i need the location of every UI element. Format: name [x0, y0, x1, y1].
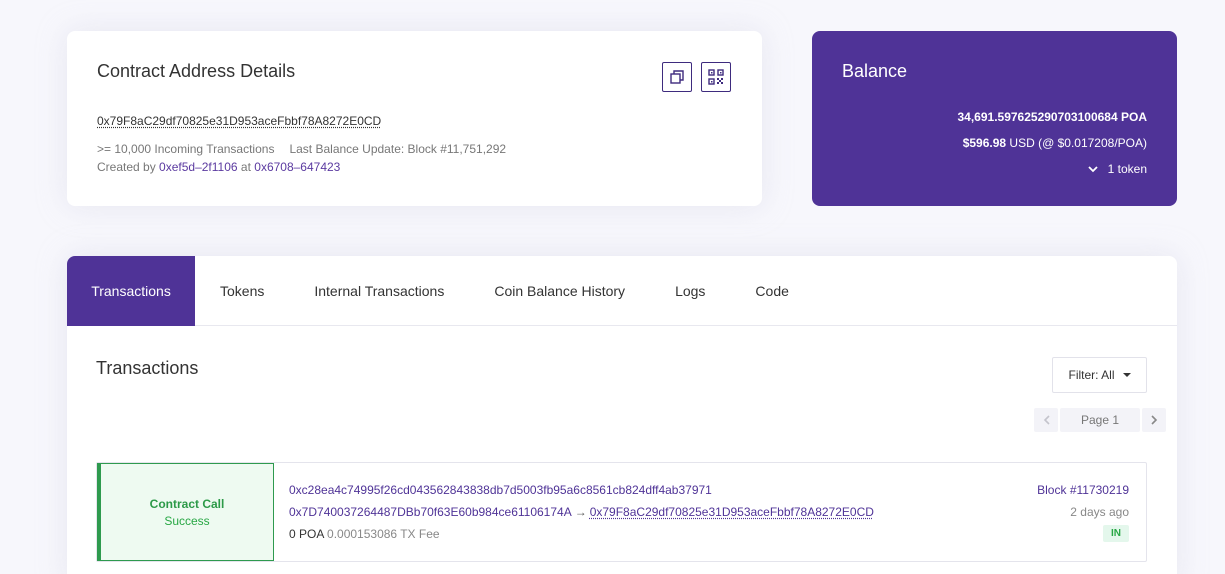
to-address-link[interactable]: 0x79F8aC29df70825e31D953aceFbbf78A8272E0… [590, 505, 874, 519]
transaction-fee: 0.000153086 TX Fee [327, 527, 440, 541]
balance-usd-value: $596.98 [962, 136, 1007, 150]
copy-icon [670, 70, 684, 84]
tab-transactions[interactable]: Transactions [67, 256, 195, 326]
creation-info: Created by 0xef5d–2f1106 at 0x6708–64742… [97, 160, 340, 174]
balance-poa: 34,691.597625290703100684 POA [957, 110, 1147, 124]
chevron-down-icon [1087, 165, 1098, 172]
chevron-right-icon [1150, 415, 1157, 425]
filter-dropdown[interactable]: Filter: All [1052, 357, 1147, 393]
qr-code-icon [708, 69, 724, 85]
qr-code-button[interactable] [701, 62, 731, 92]
token-count: 1 token [1107, 162, 1147, 176]
balance-usd-rate: USD (@ $0.017208/POA) [1009, 136, 1147, 150]
token-dropdown-toggle[interactable]: 1 token [1087, 162, 1147, 176]
incoming-transactions-count: >= 10,000 Incoming Transactions [97, 142, 275, 156]
transactions-title: Transactions [96, 358, 199, 378]
transaction-meta: Block #11730219 2 days ago IN [1037, 483, 1129, 542]
tab-bar: Transactions Tokens Internal Transaction… [67, 256, 1177, 326]
arrow-right-icon: → [574, 505, 587, 519]
chevron-left-icon [1043, 415, 1050, 425]
creator-address-link[interactable]: 0xef5d–2f1106 [159, 160, 238, 174]
creation-tx-link[interactable]: 0x6708–647423 [254, 160, 340, 174]
pagination: Page 1 [1034, 408, 1166, 432]
transaction-body: 0xc28ea4c74995f26cd043562843838db7d5003f… [289, 483, 874, 541]
address-tabs-card: Transactions Tokens Internal Transaction… [67, 256, 1177, 574]
transaction-tile: Contract Call Success 0xc28ea4c74995f26c… [96, 462, 1147, 562]
last-balance-update: Last Balance Update: Block #11,751,292 [289, 142, 507, 156]
address-meta: >= 10,000 Incoming Transactions Last Bala… [97, 142, 506, 156]
contract-details-card: Contract Address Details 0x79F8aC29df708… [67, 31, 762, 206]
block-number-link[interactable]: Block #11730219 [1037, 483, 1129, 497]
filter-label: Filter: All [1068, 368, 1115, 382]
transaction-hash-link[interactable]: 0xc28ea4c74995f26cd043562843838db7d5003f… [289, 483, 874, 497]
transaction-status: Contract Call Success [97, 463, 274, 561]
tab-internal-transactions[interactable]: Internal Transactions [289, 256, 469, 326]
direction-badge: IN [1103, 525, 1129, 542]
prev-page-button[interactable] [1034, 408, 1058, 432]
details-title: Contract Address Details [97, 61, 296, 81]
current-page: Page 1 [1060, 408, 1140, 432]
balance-title: Balance [842, 61, 908, 81]
tab-logs[interactable]: Logs [650, 256, 730, 326]
tab-coin-balance-history[interactable]: Coin Balance History [469, 256, 650, 326]
transaction-type: Contract Call [149, 496, 225, 511]
balance-usd: $596.98 USD (@ $0.017208/POA) [963, 136, 1147, 150]
created-by-label: Created by [97, 160, 156, 174]
at-label: at [240, 160, 251, 174]
transaction-value: 0 POA [289, 527, 324, 541]
transaction-route: 0x7D740037264487DBb70f63E60b984ce6110617… [289, 505, 874, 519]
contract-address[interactable]: 0x79F8aC29df70825e31D953aceFbbf78A8272E0… [97, 114, 381, 128]
tab-code[interactable]: Code [730, 256, 813, 326]
caret-down-icon [1122, 373, 1131, 377]
transaction-result: Success [164, 513, 210, 528]
transaction-value-fee: 0 POA 0.000153086 TX Fee [289, 527, 874, 541]
balance-card: Balance 34,691.597625290703100684 POA $5… [812, 31, 1177, 206]
copy-address-button[interactable] [662, 62, 692, 92]
tab-tokens[interactable]: Tokens [195, 256, 289, 326]
from-address-link[interactable]: 0x7D740037264487DBb70f63E60b984ce6110617… [289, 505, 572, 519]
transaction-age: 2 days ago [1070, 505, 1129, 519]
next-page-button[interactable] [1142, 408, 1166, 432]
